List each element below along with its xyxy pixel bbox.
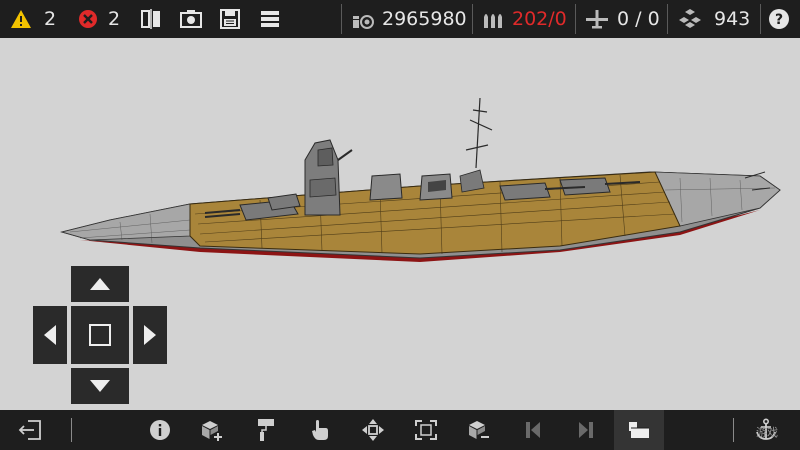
- resize-frame-icon: [415, 420, 437, 440]
- top-toolbar: 2 2 2965980 202/0 0 / 0 943 ?: [0, 0, 800, 38]
- warning-triangle-icon: [11, 10, 31, 28]
- mirror-split-icon: [141, 9, 160, 29]
- pan-left-button[interactable]: [33, 306, 67, 364]
- add-block-button[interactable]: [192, 410, 232, 450]
- save-floppy-icon: [220, 9, 240, 29]
- add-block-icon: [202, 421, 222, 441]
- ammo-indicator: 202/0: [482, 0, 567, 38]
- ammo-value: 202/0: [512, 8, 567, 30]
- shells-icon: [484, 14, 502, 28]
- info-button[interactable]: [140, 410, 180, 450]
- parts-indicator: 943: [678, 0, 750, 38]
- next-button[interactable]: [566, 410, 606, 450]
- next-icon: [579, 422, 593, 438]
- warnings-indicator[interactable]: 2: [10, 0, 56, 38]
- toolbar-divider: [472, 4, 473, 34]
- coins-icon: [353, 15, 374, 29]
- cost-value: 2965980: [382, 8, 467, 30]
- menu-hamburger-icon: [261, 11, 279, 27]
- aircraft-indicator: 0 / 0: [585, 0, 660, 38]
- toolbar-divider: [760, 4, 761, 34]
- arrow-down-icon: [90, 380, 110, 392]
- exit-icon: [18, 420, 41, 440]
- previous-button[interactable]: [513, 410, 553, 450]
- blocks-stack-icon: [679, 9, 701, 28]
- aircraft-value: 0 / 0: [617, 8, 660, 30]
- errors-count: 2: [108, 8, 121, 30]
- parts-value: 943: [714, 8, 751, 30]
- info-icon: [150, 420, 170, 440]
- toolbar-divider: [71, 418, 72, 442]
- move-arrows-icon: [362, 419, 384, 441]
- select-button[interactable]: [300, 410, 340, 450]
- toolbar-divider: [575, 4, 576, 34]
- pan-right-button[interactable]: [133, 306, 167, 364]
- save-button[interactable]: [220, 0, 240, 38]
- toolbar-divider: [341, 4, 342, 34]
- layers-button[interactable]: [614, 410, 664, 450]
- help-question-icon: ?: [769, 9, 789, 29]
- pan-down-button[interactable]: [71, 368, 129, 404]
- errors-indicator[interactable]: 2: [78, 0, 120, 38]
- arrow-up-icon: [90, 278, 110, 290]
- pan-up-button[interactable]: [71, 266, 129, 302]
- move-button[interactable]: [353, 410, 393, 450]
- cost-indicator: 2965980: [352, 0, 467, 38]
- svg-text:?: ?: [775, 12, 783, 28]
- toolbar-divider: [733, 418, 734, 442]
- remove-block-icon: [469, 421, 489, 439]
- toolbar-divider: [667, 4, 668, 34]
- arrow-right-icon: [144, 325, 156, 345]
- ship-viewport[interactable]: [0, 38, 800, 410]
- remove-block-button[interactable]: [459, 410, 499, 450]
- mirror-button[interactable]: [140, 0, 162, 38]
- paint-button[interactable]: [246, 410, 286, 450]
- warnings-count: 2: [44, 8, 57, 30]
- resize-button[interactable]: [406, 410, 446, 450]
- menu-button[interactable]: [260, 0, 280, 38]
- help-button[interactable]: ?: [768, 0, 790, 38]
- watermark-text: 游戏: [756, 426, 778, 439]
- previous-icon: [526, 422, 540, 438]
- hand-pointer-icon: [312, 420, 328, 440]
- exit-button[interactable]: [10, 410, 50, 450]
- paint-roller-icon: [258, 419, 274, 441]
- arrow-left-icon: [44, 325, 56, 345]
- camera-icon: [180, 10, 202, 28]
- layers-icon: [629, 422, 649, 438]
- pan-center-button[interactable]: [71, 306, 129, 364]
- error-x-circle-icon: [79, 10, 97, 28]
- airplane-icon: [586, 10, 608, 29]
- bottom-toolbar: [0, 410, 800, 450]
- screenshot-button[interactable]: [180, 0, 202, 38]
- square-center-icon: [89, 324, 111, 346]
